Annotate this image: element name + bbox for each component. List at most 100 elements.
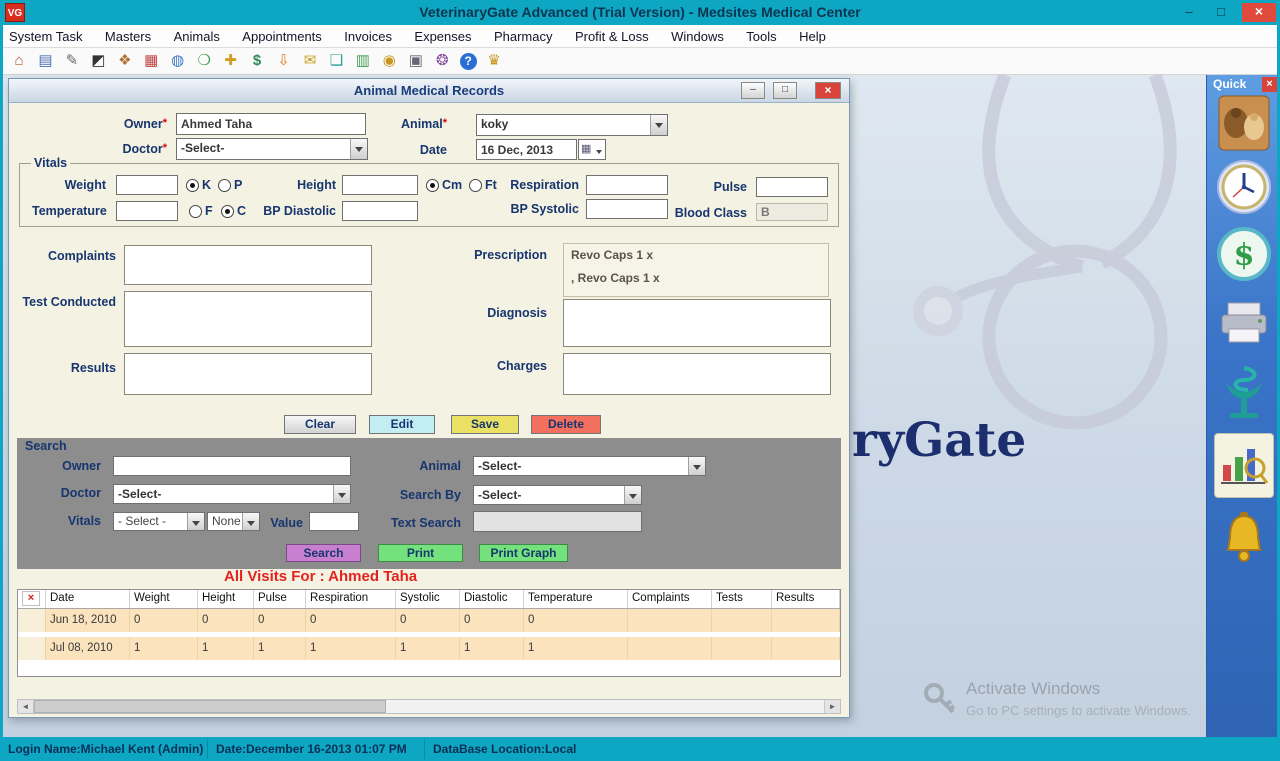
print-icon[interactable]: ▣ bbox=[405, 50, 427, 72]
app-minimize-button[interactable]: – bbox=[1174, 3, 1204, 22]
chevron-down-icon[interactable] bbox=[350, 139, 367, 159]
chevron-down-icon[interactable] bbox=[624, 486, 641, 504]
test-conducted-textarea[interactable] bbox=[124, 291, 372, 347]
date-picker-button[interactable]: ▦ bbox=[578, 139, 606, 160]
pulse-input[interactable] bbox=[756, 177, 828, 197]
quick-reminders-bell-icon[interactable] bbox=[1222, 511, 1266, 570]
dialog-close-button[interactable]: × bbox=[815, 82, 841, 99]
row-selector-cell[interactable] bbox=[18, 637, 46, 660]
bp-systolic-input[interactable] bbox=[586, 199, 668, 219]
chevron-down-icon[interactable] bbox=[187, 513, 204, 530]
search-icon[interactable]: ❍ bbox=[193, 50, 215, 72]
scroll-right-icon[interactable]: ► bbox=[824, 700, 840, 713]
quick-pets-icon[interactable] bbox=[1218, 95, 1270, 156]
search-vitals-select[interactable]: - Select - bbox=[113, 512, 205, 531]
height-unit-ft-radio[interactable] bbox=[469, 179, 482, 192]
temp-unit-f-radio[interactable] bbox=[189, 205, 202, 218]
temp-unit-c-radio[interactable] bbox=[221, 205, 234, 218]
quick-medical-records-icon[interactable] bbox=[1214, 433, 1274, 498]
dialog-titlebar[interactable]: Animal Medical Records – □ × bbox=[9, 79, 849, 103]
schedule-icon[interactable]: ▦ bbox=[140, 50, 162, 72]
doctor-select[interactable]: -Select- bbox=[176, 138, 368, 160]
pen-icon[interactable]: ✎ bbox=[61, 50, 83, 72]
weight-unit-k-radio[interactable] bbox=[186, 179, 199, 192]
app-maximize-button[interactable]: □ bbox=[1206, 3, 1236, 22]
menu-item-tools[interactable]: Tools bbox=[737, 25, 785, 44]
horizontal-scrollbar[interactable]: ◄ ► bbox=[17, 699, 841, 714]
search-button[interactable]: Search bbox=[286, 544, 361, 562]
menu-item-invoices[interactable]: Invoices bbox=[335, 25, 401, 44]
chevron-down-icon[interactable] bbox=[242, 513, 259, 530]
column-header-results[interactable]: Results bbox=[772, 590, 840, 608]
report-icon[interactable]: ❏ bbox=[325, 50, 347, 72]
bp-diastolic-input[interactable] bbox=[342, 201, 418, 221]
quick-clock-icon[interactable] bbox=[1216, 159, 1272, 220]
search-doctor-select[interactable]: -Select- bbox=[113, 484, 351, 504]
menu-item-profit-loss[interactable]: Profit & Loss bbox=[566, 25, 658, 44]
quick-panel-close-button[interactable]: × bbox=[1262, 77, 1277, 92]
globe-icon[interactable]: ◍ bbox=[167, 50, 189, 72]
delete-column-header[interactable]: × bbox=[18, 590, 46, 608]
quick-billing-icon[interactable]: $ bbox=[1217, 227, 1271, 286]
chevron-down-icon[interactable] bbox=[333, 485, 350, 503]
weight-input[interactable] bbox=[116, 175, 178, 195]
date-input[interactable] bbox=[476, 139, 577, 160]
column-header-diastolic[interactable]: Diastolic bbox=[460, 590, 524, 608]
column-header-height[interactable]: Height bbox=[198, 590, 254, 608]
dialog-minimize-button[interactable]: – bbox=[741, 82, 765, 99]
quick-printer-icon[interactable] bbox=[1219, 299, 1269, 352]
app-close-button[interactable]: × bbox=[1242, 3, 1276, 22]
animal-select[interactable]: koky bbox=[476, 114, 668, 136]
column-header-weight[interactable]: Weight bbox=[130, 590, 198, 608]
column-header-tests[interactable]: Tests bbox=[712, 590, 772, 608]
treatment-icon[interactable]: ✚ bbox=[220, 50, 242, 72]
menu-item-system-task[interactable]: System Task bbox=[0, 25, 91, 44]
table-row[interactable]: Jul 08, 2010 1 1 1 1 1 1 1 bbox=[18, 637, 840, 660]
search-owner-input[interactable] bbox=[113, 456, 351, 476]
records-icon[interactable]: ▤ bbox=[34, 50, 56, 72]
results-textarea[interactable] bbox=[124, 353, 372, 395]
search-by-select[interactable]: -Select- bbox=[473, 485, 642, 505]
respiration-input[interactable] bbox=[586, 175, 668, 195]
export-icon[interactable]: ⇩ bbox=[273, 50, 295, 72]
owner-input[interactable] bbox=[176, 113, 366, 135]
edit-button[interactable]: Edit bbox=[369, 415, 435, 434]
settings-icon[interactable]: ❂ bbox=[431, 50, 453, 72]
scroll-left-icon[interactable]: ◄ bbox=[18, 700, 34, 713]
user-icon[interactable]: ♛ bbox=[483, 50, 505, 72]
chevron-down-icon[interactable] bbox=[650, 115, 667, 135]
coins-icon[interactable]: ◉ bbox=[378, 50, 400, 72]
clinic-icon[interactable]: ⌂ bbox=[8, 50, 30, 72]
menu-item-windows[interactable]: Windows bbox=[662, 25, 733, 44]
scrollbar-thumb[interactable] bbox=[34, 700, 386, 713]
table-row[interactable]: Jun 18, 2010 0 0 0 0 0 0 0 bbox=[18, 609, 840, 632]
search-value-input[interactable] bbox=[309, 512, 359, 531]
delete-row-icon[interactable]: × bbox=[22, 591, 40, 606]
chevron-down-icon[interactable] bbox=[688, 457, 705, 475]
save-button[interactable]: Save bbox=[451, 415, 519, 434]
column-header-complaints[interactable]: Complaints bbox=[628, 590, 712, 608]
search-animal-select[interactable]: -Select- bbox=[473, 456, 706, 476]
text-search-input[interactable] bbox=[473, 511, 642, 532]
height-unit-cm-radio[interactable] bbox=[426, 179, 439, 192]
complaints-textarea[interactable] bbox=[124, 245, 372, 285]
row-selector-cell[interactable] bbox=[18, 609, 46, 632]
weight-unit-p-radio[interactable] bbox=[218, 179, 231, 192]
print-button[interactable]: Print bbox=[378, 544, 463, 562]
charges-textarea[interactable] bbox=[563, 353, 831, 395]
column-header-pulse[interactable]: Pulse bbox=[254, 590, 306, 608]
column-header-systolic[interactable]: Systolic bbox=[396, 590, 460, 608]
animals-icon[interactable]: ❖ bbox=[114, 50, 136, 72]
delete-button[interactable]: Delete bbox=[531, 415, 601, 434]
mail-icon[interactable]: ✉ bbox=[299, 50, 321, 72]
menu-item-expenses[interactable]: Expenses bbox=[405, 25, 480, 44]
height-input[interactable] bbox=[342, 175, 418, 195]
dialog-maximize-button[interactable]: □ bbox=[773, 82, 797, 99]
menu-item-animals[interactable]: Animals bbox=[165, 25, 229, 44]
menu-item-masters[interactable]: Masters bbox=[96, 25, 160, 44]
column-header-date[interactable]: Date bbox=[46, 590, 130, 608]
help-icon[interactable]: ? bbox=[460, 53, 477, 70]
quick-pharmacy-icon[interactable] bbox=[1217, 363, 1271, 430]
print-graph-button[interactable]: Print Graph bbox=[479, 544, 568, 562]
temperature-input[interactable] bbox=[116, 201, 178, 221]
